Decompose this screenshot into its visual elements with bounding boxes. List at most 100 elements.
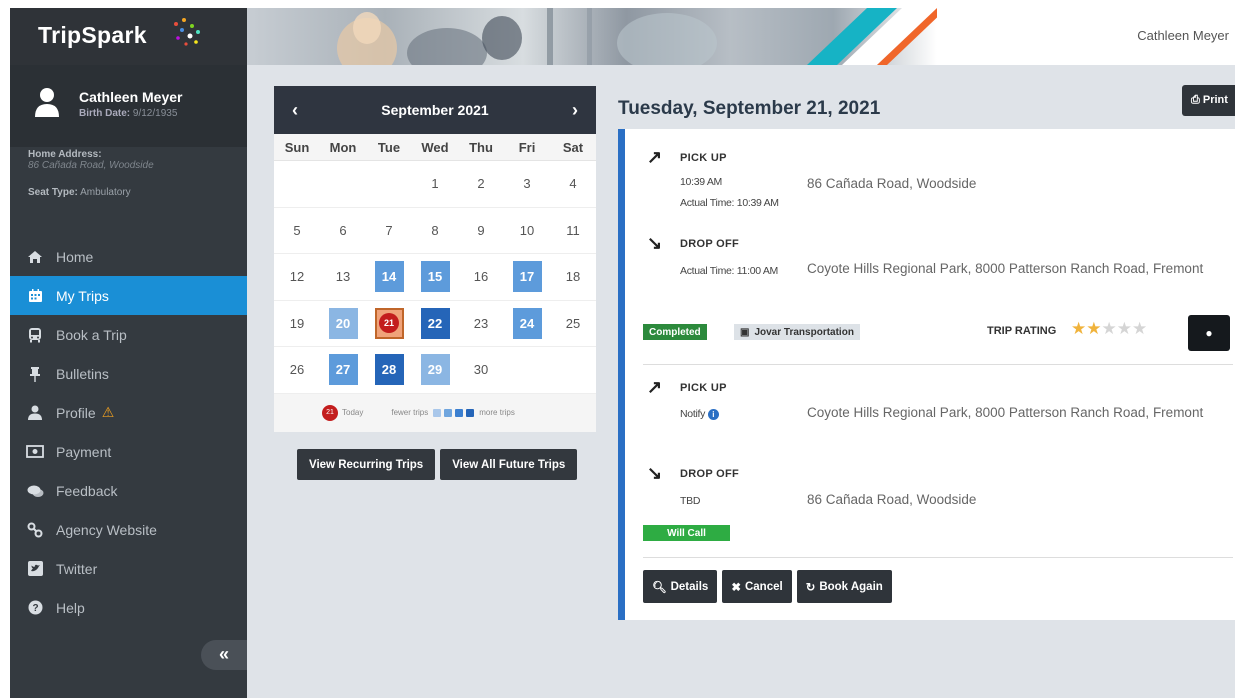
calendar-cell[interactable]: 17	[504, 254, 550, 301]
question-icon: ?	[26, 599, 44, 617]
calendar-cell[interactable]: 14	[366, 254, 412, 301]
calendar-day[interactable]: 6	[339, 223, 346, 238]
calendar-day[interactable]: 4	[569, 176, 576, 191]
calendar-cell[interactable]: 30	[458, 347, 504, 394]
calendar-cell[interactable]: 28	[366, 347, 412, 394]
calendar-day-with-trips[interactable]: 22	[420, 307, 450, 339]
nav-item-help[interactable]: ? Help	[10, 588, 247, 627]
calendar-day[interactable]: 19	[290, 316, 304, 331]
calendar-day[interactable]: 8	[431, 223, 438, 238]
calendar-cell[interactable]: 16	[458, 254, 504, 301]
star-icon[interactable]: ★	[1086, 319, 1101, 338]
calendar-cell[interactable]: 27	[320, 347, 366, 394]
calendar-day[interactable]: 26	[290, 362, 304, 377]
calendar-cell[interactable]: 23	[458, 301, 504, 347]
nav-item-twitter[interactable]: Twitter	[10, 549, 247, 588]
star-icon[interactable]: ★	[1071, 319, 1086, 338]
calendar-day-with-trips[interactable]: 14	[374, 261, 404, 293]
next-month-button[interactable]: ›	[572, 100, 578, 121]
calendar-day[interactable]: 23	[474, 316, 488, 331]
star-icon[interactable]: ★	[1132, 319, 1147, 338]
calendar-cell[interactable]: 2	[458, 161, 504, 208]
nav-item-agency-website[interactable]: Agency Website	[10, 510, 247, 549]
main-content: ‹ September 2021 › Sun Mon Tue Wed Thu F…	[247, 65, 1235, 698]
nav-item-home[interactable]: Home	[10, 237, 247, 276]
car-icon: ▣	[740, 326, 750, 338]
calendar-day-with-trips[interactable]: 24	[512, 307, 542, 339]
calendar-day[interactable]: 16	[474, 269, 488, 284]
view-all-future-trips-button[interactable]: View All Future Trips	[440, 449, 578, 480]
calendar-day[interactable]: 25	[566, 316, 580, 331]
calendar-cell[interactable]: 19	[274, 301, 320, 347]
nav-item-feedback[interactable]: Feedback	[10, 471, 247, 510]
info-icon: i	[707, 409, 719, 420]
birth-date-value: 9/12/1935	[132, 108, 178, 119]
book-again-button[interactable]: ↻ Book Again	[796, 570, 892, 603]
trip-rating-stars[interactable]: ★★★★★	[1071, 319, 1147, 339]
details-button[interactable]: 🔍︎ Details	[643, 570, 718, 603]
calendar-day-with-trips[interactable]: 28	[374, 354, 404, 386]
calendar-day[interactable]: 30	[474, 362, 488, 377]
calendar-day[interactable]: 7	[385, 223, 392, 238]
calendar-cell[interactable]: 9	[458, 208, 504, 254]
calendar-day-with-trips[interactable]: 27	[328, 354, 358, 386]
calendar-cell[interactable]: 12	[274, 254, 320, 301]
calendar-cell[interactable]: 1	[412, 161, 458, 208]
brand-area[interactable]: TripSpark	[10, 8, 247, 65]
calendar-cell[interactable]: 5	[274, 208, 320, 254]
calendar-day[interactable]: 5	[293, 223, 300, 238]
weekday-label: Mon	[329, 139, 357, 155]
star-icon[interactable]: ★	[1117, 319, 1132, 338]
nav-item-payment[interactable]: Payment	[10, 432, 247, 471]
calendar-cell[interactable]: 18	[550, 254, 596, 301]
header-user-name[interactable]: Cathleen Meyer	[1137, 28, 1229, 43]
calendar-day[interactable]: 12	[290, 269, 304, 284]
calendar-day[interactable]: 13	[336, 269, 350, 284]
calendar-day[interactable]: 11	[566, 223, 580, 238]
calendar-cell[interactable]: 25	[550, 301, 596, 347]
nav-item-profile[interactable]: Profile ⚠	[10, 393, 247, 432]
star-icon[interactable]: ★	[1102, 319, 1117, 338]
calendar-cell[interactable]: 4	[550, 161, 596, 208]
twitter-icon	[26, 560, 44, 578]
calendar-cell[interactable]: 10	[504, 208, 550, 254]
calendar-weekdays: Sun Mon Tue Wed Thu Fri Sat	[274, 134, 596, 161]
calendar-day[interactable]: 18	[566, 269, 580, 284]
prev-month-button[interactable]: ‹	[292, 100, 298, 121]
nav-item-book-a-trip[interactable]: Book a Trip	[10, 315, 247, 354]
calendar-cell[interactable]: 6	[320, 208, 366, 254]
notify-label: Notify	[680, 408, 706, 420]
nav-item-my-trips[interactable]: My Trips	[10, 276, 247, 315]
calendar-cell[interactable]: 22	[412, 301, 458, 347]
calendar-cell[interactable]: 29	[412, 347, 458, 394]
sidebar-collapse-button[interactable]: «	[201, 640, 247, 670]
calendar-day-with-trips[interactable]: 20	[328, 307, 358, 339]
calendar-day[interactable]: 1	[431, 176, 438, 191]
cancel-button[interactable]: ✖ Cancel	[722, 570, 792, 603]
calendar-day[interactable]: 3	[523, 176, 530, 191]
view-recurring-trips-button[interactable]: View Recurring Trips	[297, 449, 436, 480]
nav-item-bulletins[interactable]: Bulletins	[10, 354, 247, 393]
calendar-cell[interactable]: 20	[320, 301, 366, 347]
calendar-day-today[interactable]: 21	[374, 307, 404, 339]
calendar-day-with-trips[interactable]: 15	[420, 261, 450, 293]
trip1-status-badge: Completed	[643, 324, 707, 340]
seat-type-value: Ambulatory	[80, 187, 131, 198]
print-button[interactable]: ⎙ Print	[1182, 85, 1235, 116]
calendar-day[interactable]: 2	[477, 176, 484, 191]
trip-comment-button[interactable]: ●	[1188, 315, 1230, 351]
calendar-cell[interactable]: 13	[320, 254, 366, 301]
calendar-cell[interactable]: 24	[504, 301, 550, 347]
calendar-cell[interactable]: 7	[366, 208, 412, 254]
calendar-cell[interactable]: 11	[550, 208, 596, 254]
calendar-day[interactable]: 10	[520, 223, 534, 238]
calendar-day[interactable]: 9	[477, 223, 484, 238]
trip2-pickup-notify[interactable]: Notify i	[680, 408, 719, 420]
calendar-cell[interactable]: 26	[274, 347, 320, 394]
calendar-cell[interactable]: 8	[412, 208, 458, 254]
calendar-day-with-trips[interactable]: 17	[512, 261, 542, 293]
calendar-cell[interactable]: 3	[504, 161, 550, 208]
calendar-cell[interactable]: 15	[412, 254, 458, 301]
calendar-cell[interactable]: 21	[366, 301, 412, 347]
calendar-day-with-trips[interactable]: 29	[420, 354, 450, 386]
